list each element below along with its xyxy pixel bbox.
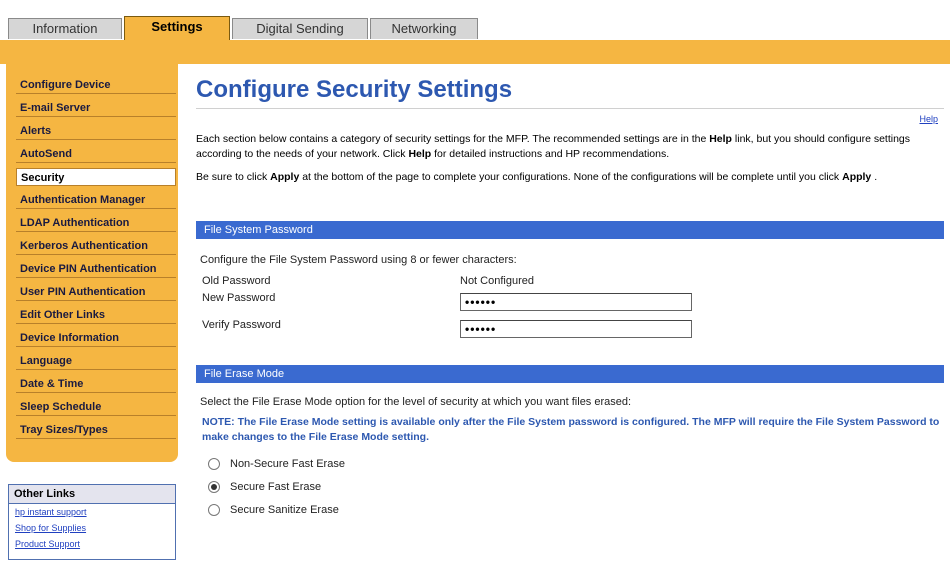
radio-button[interactable] — [208, 481, 220, 493]
page-title: Configure Security Settings — [196, 76, 513, 103]
radio-label: Non-Secure Fast Erase — [230, 458, 345, 470]
old-password-label: Old Password — [202, 275, 271, 287]
sidebar-item-autosend[interactable]: AutoSend — [16, 145, 176, 163]
sidebar-item-date-time[interactable]: Date & Time — [16, 375, 176, 393]
sidebar-item-device-pin-authentication[interactable]: Device PIN Authentication — [16, 260, 176, 278]
sidebar-item-kerberos-authentication[interactable]: Kerberos Authentication — [16, 237, 176, 255]
intro-text: Each section below contains a category o… — [196, 133, 710, 145]
section-file-erase-mode: File Erase Mode — [196, 365, 944, 383]
tab-settings[interactable]: Settings — [124, 16, 230, 41]
erase-description: Select the File Erase Mode option for th… — [200, 396, 632, 408]
old-password-value: Not Configured — [460, 275, 534, 287]
radio-label: Secure Fast Erase — [230, 481, 322, 493]
tab-bar: Information Settings Digital Sending Net… — [0, 0, 950, 41]
tab-information[interactable]: Information — [8, 18, 122, 39]
header-band — [0, 40, 950, 64]
other-links-title: Other Links — [9, 485, 175, 504]
radio-label: Secure Sanitize Erase — [230, 504, 339, 516]
sidebar-item-configure-device[interactable]: Configure Device — [16, 76, 176, 94]
verify-password-field[interactable]: •••••• — [460, 320, 692, 338]
intro-text: . — [871, 171, 878, 183]
fs-description: Configure the File System Password using… — [200, 254, 517, 266]
sidebar-item-tray-sizes-types[interactable]: Tray Sizes/Types — [16, 421, 176, 439]
main-content: Configure Security Settings Help Each se… — [178, 64, 950, 561]
sidebar-item-device-information[interactable]: Device Information — [16, 329, 176, 347]
help-ref: Help — [709, 133, 732, 145]
new-password-field[interactable]: •••••• — [460, 293, 692, 311]
sidebar-item-alerts[interactable]: Alerts — [16, 122, 176, 140]
sidebar-item-user-pin-authentication[interactable]: User PIN Authentication — [16, 283, 176, 301]
sidebar-item-authentication-manager[interactable]: Authentication Manager — [16, 191, 176, 209]
intro-text: at the bottom of the page to complete yo… — [299, 171, 843, 183]
intro-paragraph-1: Each section below contains a category o… — [196, 132, 936, 162]
tab-networking[interactable]: Networking — [370, 18, 478, 39]
intro-paragraph-2: Be sure to click Apply at the bottom of … — [196, 170, 936, 185]
verify-password-label: Verify Password — [202, 319, 281, 331]
link-hp-instant-support[interactable]: hp instant support — [9, 504, 175, 520]
erase-note: NOTE: The File Erase Mode setting is ava… — [202, 416, 940, 443]
radio-button[interactable] — [208, 458, 220, 470]
erase-option-secure-fast[interactable]: Secure Fast Erase — [208, 481, 321, 493]
sidebar: Configure Device E-mail Server Alerts Au… — [6, 64, 178, 462]
erase-option-non-secure-fast[interactable]: Non-Secure Fast Erase — [208, 458, 345, 470]
intro-text: for detailed instructions and HP recomme… — [431, 148, 670, 160]
link-shop-for-supplies[interactable]: Shop for Supplies — [9, 520, 175, 536]
sidebar-item-security[interactable]: Security — [16, 168, 176, 186]
new-password-label: New Password — [202, 292, 276, 304]
sidebar-item-language[interactable]: Language — [16, 352, 176, 370]
tab-digital-sending[interactable]: Digital Sending — [232, 18, 368, 39]
help-link[interactable]: Help — [919, 114, 938, 124]
link-product-support[interactable]: Product Support — [9, 536, 175, 552]
apply-ref: Apply — [842, 171, 872, 183]
apply-ref: Apply — [270, 171, 300, 183]
other-links-panel: Other Links hp instant support Shop for … — [8, 484, 176, 560]
sidebar-item-email-server[interactable]: E-mail Server — [16, 99, 176, 117]
sidebar-item-ldap-authentication[interactable]: LDAP Authentication — [16, 214, 176, 232]
sidebar-item-sleep-schedule[interactable]: Sleep Schedule — [16, 398, 176, 416]
section-file-system-password: File System Password — [196, 221, 944, 239]
erase-option-secure-sanitize[interactable]: Secure Sanitize Erase — [208, 504, 339, 516]
title-divider — [196, 108, 944, 109]
intro-text: Be sure to click — [196, 171, 271, 183]
help-ref: Help — [408, 148, 432, 160]
radio-button[interactable] — [208, 504, 220, 516]
sidebar-item-edit-other-links[interactable]: Edit Other Links — [16, 306, 176, 324]
